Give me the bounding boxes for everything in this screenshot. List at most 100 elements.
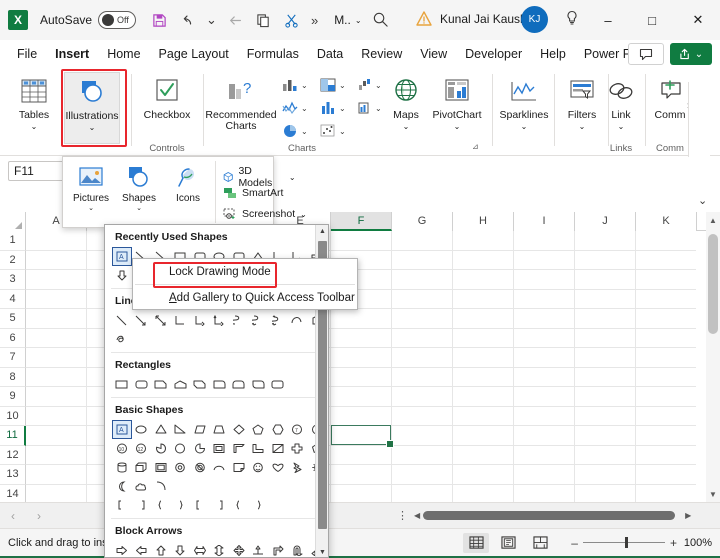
share-button[interactable]: ⌄ xyxy=(670,43,712,65)
basic-moon[interactable] xyxy=(112,477,132,496)
arrow-left[interactable] xyxy=(132,541,152,558)
basic-teardrop[interactable] xyxy=(190,439,210,458)
page-layout-view-button[interactable] xyxy=(495,533,521,553)
connector-elbow-arrow[interactable] xyxy=(190,311,210,330)
sheet-next-arrow-icon[interactable]: › xyxy=(26,503,52,529)
smartart-button[interactable]: SmartArt xyxy=(223,186,283,200)
arrow-right[interactable] xyxy=(112,541,132,558)
row-header-12[interactable]: 12 xyxy=(0,446,26,466)
undo-icon[interactable] xyxy=(174,7,200,33)
row-header-4[interactable]: 4 xyxy=(0,290,26,310)
row-header-7[interactable]: 7 xyxy=(0,348,26,368)
rect-rounded[interactable] xyxy=(132,375,152,394)
undo-chevron-down-icon[interactable]: ⌄ xyxy=(202,12,221,28)
arrow-up-down[interactable] xyxy=(210,541,230,558)
basic-arc-2[interactable] xyxy=(151,477,171,496)
basic-right-triangle[interactable] xyxy=(171,420,191,439)
redo-icon[interactable] xyxy=(223,7,249,33)
tables-button[interactable]: Tables ⌄ xyxy=(6,72,62,144)
row-header-3[interactable]: 3 xyxy=(0,270,26,290)
basic-frame[interactable] xyxy=(210,439,230,458)
horizontal-scrollbar[interactable]: ◀ ▶ xyxy=(414,510,714,522)
search-icon[interactable] xyxy=(372,11,389,33)
gallery-row-brackets[interactable] xyxy=(105,496,328,515)
scroll-up-arrow-icon[interactable]: ▲ xyxy=(706,212,720,228)
basic-chord[interactable] xyxy=(171,439,191,458)
autosave-toggle[interactable]: Off xyxy=(98,11,136,29)
gallery-row-block-arrows[interactable] xyxy=(105,541,328,558)
connector-elbow[interactable] xyxy=(171,311,191,330)
line-double-arrow[interactable] xyxy=(151,311,171,330)
basic-diamond[interactable] xyxy=(229,420,249,439)
row-header-5[interactable]: 5 xyxy=(0,309,26,329)
arrow-down[interactable] xyxy=(171,541,191,558)
basic-no-symbol[interactable] xyxy=(190,458,210,477)
brace-pair-right[interactable] xyxy=(249,496,269,515)
basic-triangle[interactable] xyxy=(151,420,171,439)
basic-folded-corner[interactable] xyxy=(229,458,249,477)
row-header-6[interactable]: 6 xyxy=(0,329,26,349)
line-scribble[interactable] xyxy=(112,330,132,349)
basic-arc[interactable] xyxy=(210,458,230,477)
comments-button[interactable] xyxy=(628,43,664,65)
hscroll-left-arrow-icon[interactable]: ◀ xyxy=(414,511,420,520)
gallery-row-lines[interactable] xyxy=(105,311,328,349)
arrow-bent-up[interactable] xyxy=(249,541,269,558)
save-icon[interactable] xyxy=(146,7,172,33)
row-header-8[interactable]: 8 xyxy=(0,368,26,388)
illustrations-button[interactable]: Illustrations ⌄ xyxy=(64,72,120,144)
zoom-out-button[interactable]: – xyxy=(571,536,578,550)
warning-icon[interactable] xyxy=(415,10,433,33)
basic-parallelogram[interactable] xyxy=(190,420,210,439)
basic-bevel[interactable] xyxy=(151,458,171,477)
gallery-scroll-down-icon[interactable]: ▼ xyxy=(316,546,329,558)
copy-icon[interactable] xyxy=(251,7,277,33)
connector-elbow-double[interactable] xyxy=(210,311,230,330)
bracket-right[interactable] xyxy=(132,496,152,515)
scroll-down-arrow-icon[interactable]: ▼ xyxy=(706,486,720,502)
basic-diagonal-stripe[interactable] xyxy=(268,439,288,458)
maps-button[interactable]: Maps ⌄ xyxy=(382,72,430,144)
brace-left[interactable] xyxy=(151,496,171,515)
brace-pair[interactable] xyxy=(229,496,249,515)
basic-donut[interactable] xyxy=(171,458,191,477)
tab-view[interactable]: View xyxy=(411,40,456,68)
close-button[interactable]: ✕ xyxy=(676,0,720,40)
basic-cube[interactable] xyxy=(132,458,152,477)
basic-pie[interactable] xyxy=(151,439,171,458)
arrow-bent[interactable] xyxy=(268,541,288,558)
tab-developer[interactable]: Developer xyxy=(456,40,531,68)
gallery-row-rectangles[interactable] xyxy=(105,375,328,394)
arrow-u-turn[interactable] xyxy=(288,541,308,558)
sheet-prev-arrow-icon[interactable]: ‹ xyxy=(0,503,26,529)
column-header-g[interactable]: G xyxy=(392,212,453,231)
zoom-in-button[interactable]: + xyxy=(670,536,677,550)
connector-curved-arrow[interactable] xyxy=(249,311,269,330)
basic-cloud[interactable] xyxy=(132,477,152,496)
cut-icon[interactable] xyxy=(279,7,305,33)
rect-round-corner-2[interactable] xyxy=(268,375,288,394)
column-header-k[interactable]: K xyxy=(636,212,697,231)
zoom-slider[interactable] xyxy=(583,542,665,543)
connector-curved-double[interactable] xyxy=(268,311,288,330)
sheet-overflow-icon[interactable]: ⋮ xyxy=(397,509,408,522)
line-plain[interactable] xyxy=(112,311,132,330)
column-header-h[interactable]: H xyxy=(453,212,514,231)
column-header-j[interactable]: J xyxy=(575,212,636,231)
gallery-row-basic-shapes[interactable]: A 7 8 10 12 xyxy=(105,420,328,496)
basic-smiley-face[interactable] xyxy=(249,458,269,477)
tab-formulas[interactable]: Formulas xyxy=(238,40,308,68)
basic-decagon[interactable]: 10 xyxy=(112,439,132,458)
rect-snip-single-corner[interactable] xyxy=(151,375,171,394)
tab-insert[interactable]: Insert xyxy=(46,40,98,68)
basic-dodecagon[interactable]: 12 xyxy=(132,439,152,458)
row-header-1[interactable]: 1 xyxy=(0,231,26,251)
basic-pentagon[interactable] xyxy=(249,420,269,439)
tab-help[interactable]: Help xyxy=(531,40,575,68)
basic-heart[interactable] xyxy=(268,458,288,477)
rect-round-same-side[interactable] xyxy=(229,375,249,394)
gallery-scroll-up-icon[interactable]: ▲ xyxy=(316,225,329,238)
basic-hexagon[interactable] xyxy=(268,420,288,439)
screenshot-button[interactable]: Screenshot ⌄ xyxy=(223,207,307,221)
row-header-10[interactable]: 10 xyxy=(0,407,26,427)
